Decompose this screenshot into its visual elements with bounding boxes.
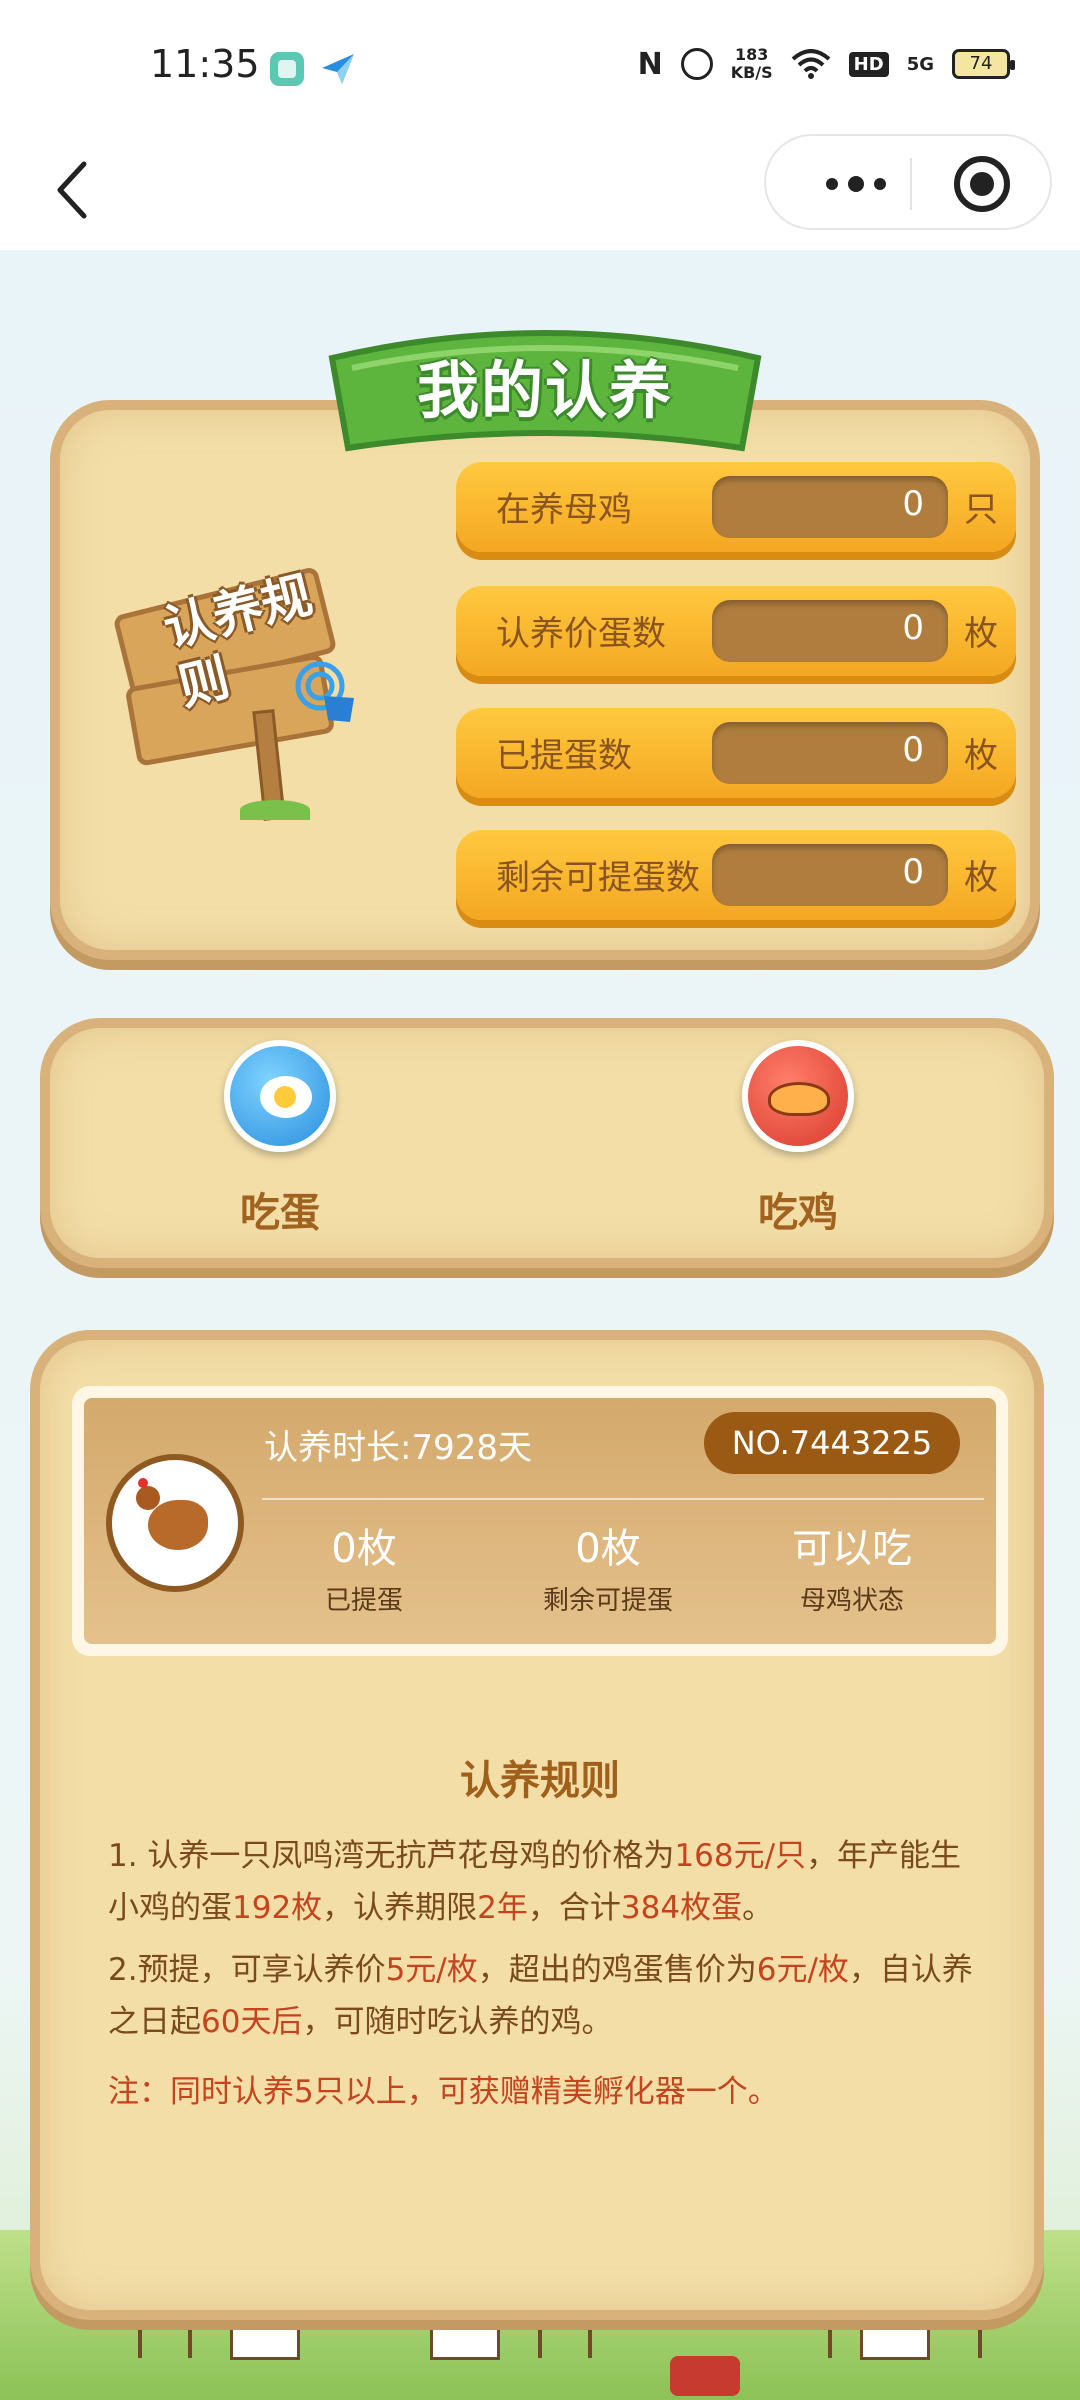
metric-label: 母鸡状态 bbox=[799, 1586, 904, 1616]
rule-paragraph-2: 2.预提，可享认养价5元/枚，超出的鸡蛋售价为6元/枚，自认养之日起60天后，可… bbox=[108, 1952, 973, 2040]
capsule-divider bbox=[910, 158, 912, 210]
nfc-icon: N bbox=[637, 46, 663, 82]
hen-number-badge: NO.7443225 bbox=[704, 1412, 960, 1474]
stat-unit: 只 bbox=[964, 490, 998, 530]
metric-value: 0枚 bbox=[575, 1526, 641, 1572]
stat-label: 已提蛋数 bbox=[496, 736, 632, 776]
chevron-left-icon[interactable] bbox=[44, 150, 104, 230]
stat-value-box: 0 bbox=[712, 844, 948, 906]
hen-card[interactable]: 认养时长:7928天 NO.7443225 0枚 已提蛋 0枚 剩余可提蛋 可以… bbox=[72, 1386, 1008, 1656]
metric-label: 剩余可提蛋 bbox=[542, 1586, 673, 1616]
mini-program-capsule bbox=[764, 134, 1052, 230]
rules-title: 认养规则 bbox=[460, 1758, 620, 1804]
status-bar: 11:35 N 183 KB/S HD 5G 74 bbox=[0, 0, 1080, 130]
fried-egg-icon bbox=[224, 1040, 336, 1152]
tractor-icon bbox=[670, 2356, 740, 2396]
stat-value: 0 bbox=[902, 608, 924, 648]
metric-eggs-taken: 0枚 已提蛋 bbox=[264, 1516, 464, 1617]
stat-label: 在养母鸡 bbox=[496, 490, 632, 530]
stat-unit: 枚 bbox=[964, 858, 998, 898]
tap-hand-icon bbox=[295, 661, 354, 722]
stat-adoption-eggs: 认养价蛋数 0 枚 bbox=[456, 586, 1016, 676]
metric-label: 已提蛋 bbox=[324, 1586, 403, 1616]
stat-label: 认养价蛋数 bbox=[496, 614, 666, 654]
stat-value-box: 0 bbox=[712, 600, 948, 662]
eat-chicken-label: 吃鸡 bbox=[758, 1190, 838, 1236]
hd-icon: HD bbox=[848, 51, 889, 77]
stat-eggs-remaining: 剩余可提蛋数 0 枚 bbox=[456, 830, 1016, 920]
rules-signpost[interactable]: 认养规则 bbox=[110, 560, 400, 830]
network-speed: 183 KB/S bbox=[731, 46, 773, 82]
stat-unit: 枚 bbox=[964, 736, 998, 776]
stat-unit: 枚 bbox=[964, 614, 998, 654]
stat-value-box: 0 bbox=[712, 476, 948, 538]
status-icons: N 183 KB/S HD 5G 74 bbox=[637, 46, 1015, 82]
stat-hens-raising: 在养母鸡 0 只 bbox=[456, 462, 1016, 552]
avatar bbox=[106, 1454, 244, 1592]
hen-icon bbox=[136, 1478, 208, 1550]
send-notification-icon bbox=[322, 54, 354, 84]
rules-text: 1. 认养一只凤鸣湾无抗芦花母鸡的价格为168元/只，年产能生小鸡的蛋192枚，… bbox=[108, 1830, 988, 2128]
wifi-icon bbox=[791, 49, 830, 79]
metric-hen-status: 可以吃 母鸡状态 bbox=[752, 1516, 952, 1617]
hen-card-inner: 认养时长:7928天 NO.7443225 0枚 已提蛋 0枚 剩余可提蛋 可以… bbox=[84, 1398, 996, 1644]
rule-paragraph-1: 1. 认养一只凤鸣湾无抗芦花母鸡的价格为168元/只，年产能生小鸡的蛋192枚，… bbox=[108, 1838, 962, 1926]
stat-value: 0 bbox=[902, 484, 924, 524]
stat-value: 0 bbox=[902, 730, 924, 770]
metric-eggs-remaining: 0枚 剩余可提蛋 bbox=[508, 1516, 708, 1617]
status-time: 11:35 bbox=[150, 42, 260, 86]
more-dots-icon[interactable] bbox=[806, 156, 906, 212]
stat-value: 0 bbox=[902, 852, 924, 892]
card-divider bbox=[262, 1498, 984, 1500]
adoption-duration: 认养时长:7928天 bbox=[264, 1428, 532, 1468]
target-icon[interactable] bbox=[954, 156, 1010, 212]
stat-value-box: 0 bbox=[712, 722, 948, 784]
signal-icon: 5G bbox=[906, 53, 934, 75]
eat-chicken-button[interactable]: 吃鸡 bbox=[718, 1040, 878, 1240]
metric-value: 0枚 bbox=[331, 1526, 397, 1572]
battery-icon: 74 bbox=[952, 49, 1015, 79]
nav-bar bbox=[0, 130, 1080, 250]
eat-egg-button[interactable]: 吃蛋 bbox=[200, 1040, 360, 1240]
roast-chicken-icon bbox=[742, 1040, 854, 1152]
stat-eggs-taken: 已提蛋数 0 枚 bbox=[456, 708, 1016, 798]
app-notification-icon bbox=[270, 52, 304, 86]
metric-value: 可以吃 bbox=[792, 1526, 912, 1572]
speed-unit: KB/S bbox=[730, 63, 773, 82]
eat-egg-label: 吃蛋 bbox=[240, 1190, 320, 1236]
grass-icon bbox=[240, 800, 310, 820]
rule-note: 注：同时认养5只以上，可获赠精美孵化器一个。 bbox=[108, 2074, 779, 2110]
alarm-icon bbox=[680, 48, 713, 80]
speed-value: 183 bbox=[734, 45, 769, 64]
actions-panel bbox=[40, 1018, 1054, 1268]
stat-label: 剩余可提蛋数 bbox=[496, 858, 700, 898]
panel-title: 我的认养 bbox=[416, 354, 673, 427]
